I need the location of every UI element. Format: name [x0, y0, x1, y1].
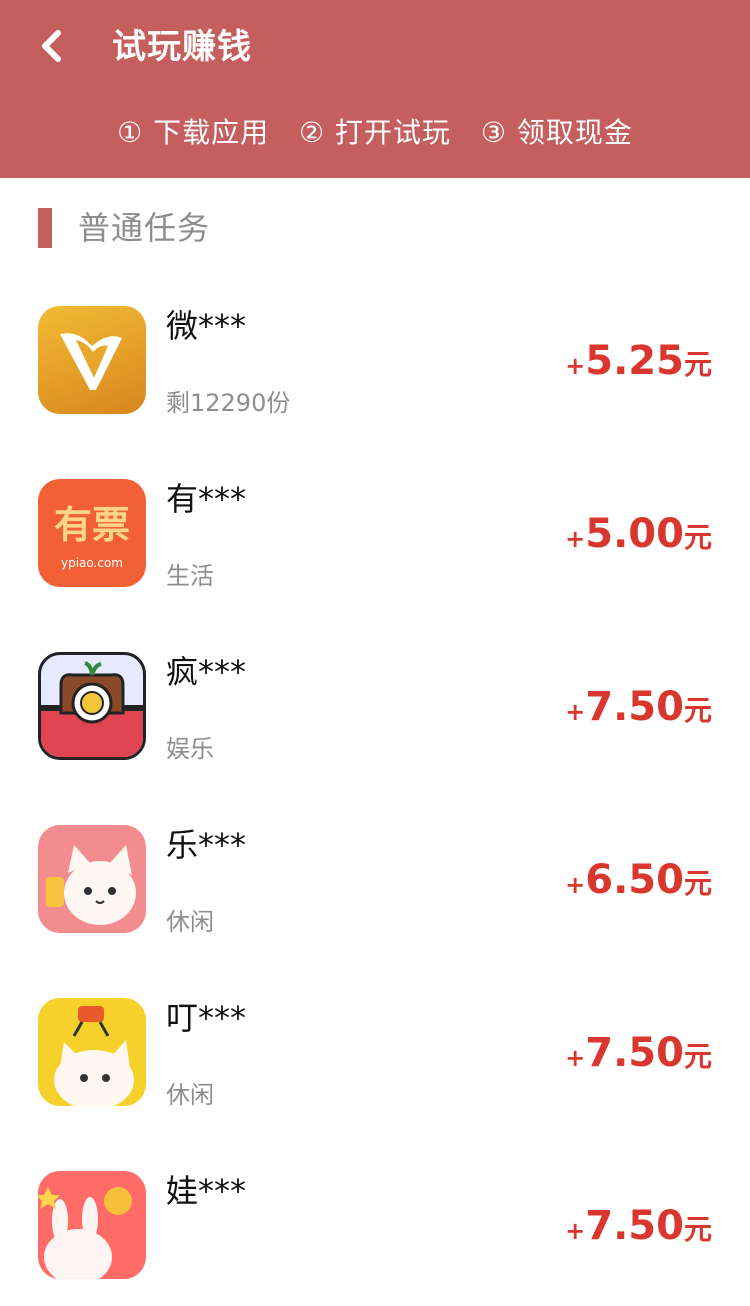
app-name: 叮***: [166, 999, 247, 1037]
section-header: 普通任务: [0, 178, 750, 278]
app-name: 有***: [166, 480, 247, 518]
steps-bar: ① 下载应用 ② 打开试玩 ③ 领取现金: [0, 110, 750, 156]
reward-unit: 元: [683, 1213, 712, 1246]
reward-value: 5.00: [585, 511, 684, 557]
reward-value: 7.50: [585, 1030, 684, 1076]
task-item[interactable]: 乐*** 休闲 + 6.50 元: [0, 787, 750, 960]
reward-unit: 元: [683, 521, 712, 554]
app-name: 娃***: [166, 1172, 247, 1210]
app-subtitle: 生活: [166, 562, 214, 590]
task-item[interactable]: 娃*** + 7.50 元: [0, 1133, 750, 1306]
task-item[interactable]: 有票 ypiao.com 有*** 生活 + 5.00 元: [0, 441, 750, 614]
app-subtitle: 娱乐: [166, 735, 214, 763]
app-name: 疯***: [166, 653, 247, 691]
section-title: 普通任务: [78, 209, 211, 247]
task-list: 微*** 剩12290份 + 5.25 元 有票 ypiao.com 有*** …: [0, 268, 750, 1306]
reward-plus: +: [565, 1044, 586, 1072]
reward-plus: +: [565, 871, 586, 899]
back-button[interactable]: [24, 18, 80, 74]
page-title: 试玩赚钱: [112, 27, 252, 67]
chevron-left-icon: [42, 30, 61, 62]
task-item[interactable]: 叮*** 休闲 + 7.50 元: [0, 960, 750, 1133]
bunny-app-icon: [38, 1171, 146, 1279]
reward-amount: + 5.00 元: [565, 509, 712, 564]
reward-value: 6.50: [585, 857, 684, 903]
reward-unit: 元: [683, 1040, 712, 1073]
app-subtitle: 休闲: [166, 1081, 214, 1109]
reward-value: 7.50: [585, 684, 684, 730]
reward-unit: 元: [683, 348, 712, 381]
reward-value: 7.50: [585, 1203, 684, 1249]
reward-amount: + 7.50 元: [565, 1201, 712, 1256]
reward-plus: +: [565, 698, 586, 726]
reward-unit: 元: [683, 867, 712, 900]
wei-app-icon: [38, 306, 146, 414]
reward-unit: 元: [683, 694, 712, 727]
app-name: 乐***: [166, 826, 247, 864]
reward-plus: +: [565, 352, 586, 380]
section-accent-bar: [38, 208, 52, 248]
task-item[interactable]: 微*** 剩12290份 + 5.25 元: [0, 268, 750, 441]
reward-amount: + 7.50 元: [565, 682, 712, 737]
step-3: ③ 领取现金: [480, 116, 633, 149]
cat-yellow-app-icon: [38, 998, 146, 1106]
reward-plus: +: [565, 525, 586, 553]
app-name: 微***: [166, 307, 247, 345]
task-item[interactable]: 疯*** 娱乐 + 7.50 元: [0, 614, 750, 787]
step-1: ① 下载应用: [117, 116, 270, 149]
icon-brand-text: 有票: [53, 503, 130, 547]
app-subtitle: 休闲: [166, 908, 214, 936]
icon-brand-url: ypiao.com: [61, 556, 123, 570]
reward-value: 5.25: [585, 338, 684, 384]
camera-app-icon: [38, 652, 146, 760]
header: 试玩赚钱 ① 下载应用 ② 打开试玩 ③ 领取现金: [0, 0, 750, 178]
app-subtitle: 剩12290份: [166, 389, 291, 417]
reward-plus: +: [565, 1217, 586, 1245]
step-2: ② 打开试玩: [298, 116, 451, 149]
cat-app-icon: [38, 825, 146, 933]
reward-amount: + 6.50 元: [565, 855, 712, 910]
youpiao-app-icon: 有票 ypiao.com: [38, 479, 146, 587]
reward-amount: + 5.25 元: [565, 336, 712, 391]
reward-amount: + 7.50 元: [565, 1028, 712, 1083]
